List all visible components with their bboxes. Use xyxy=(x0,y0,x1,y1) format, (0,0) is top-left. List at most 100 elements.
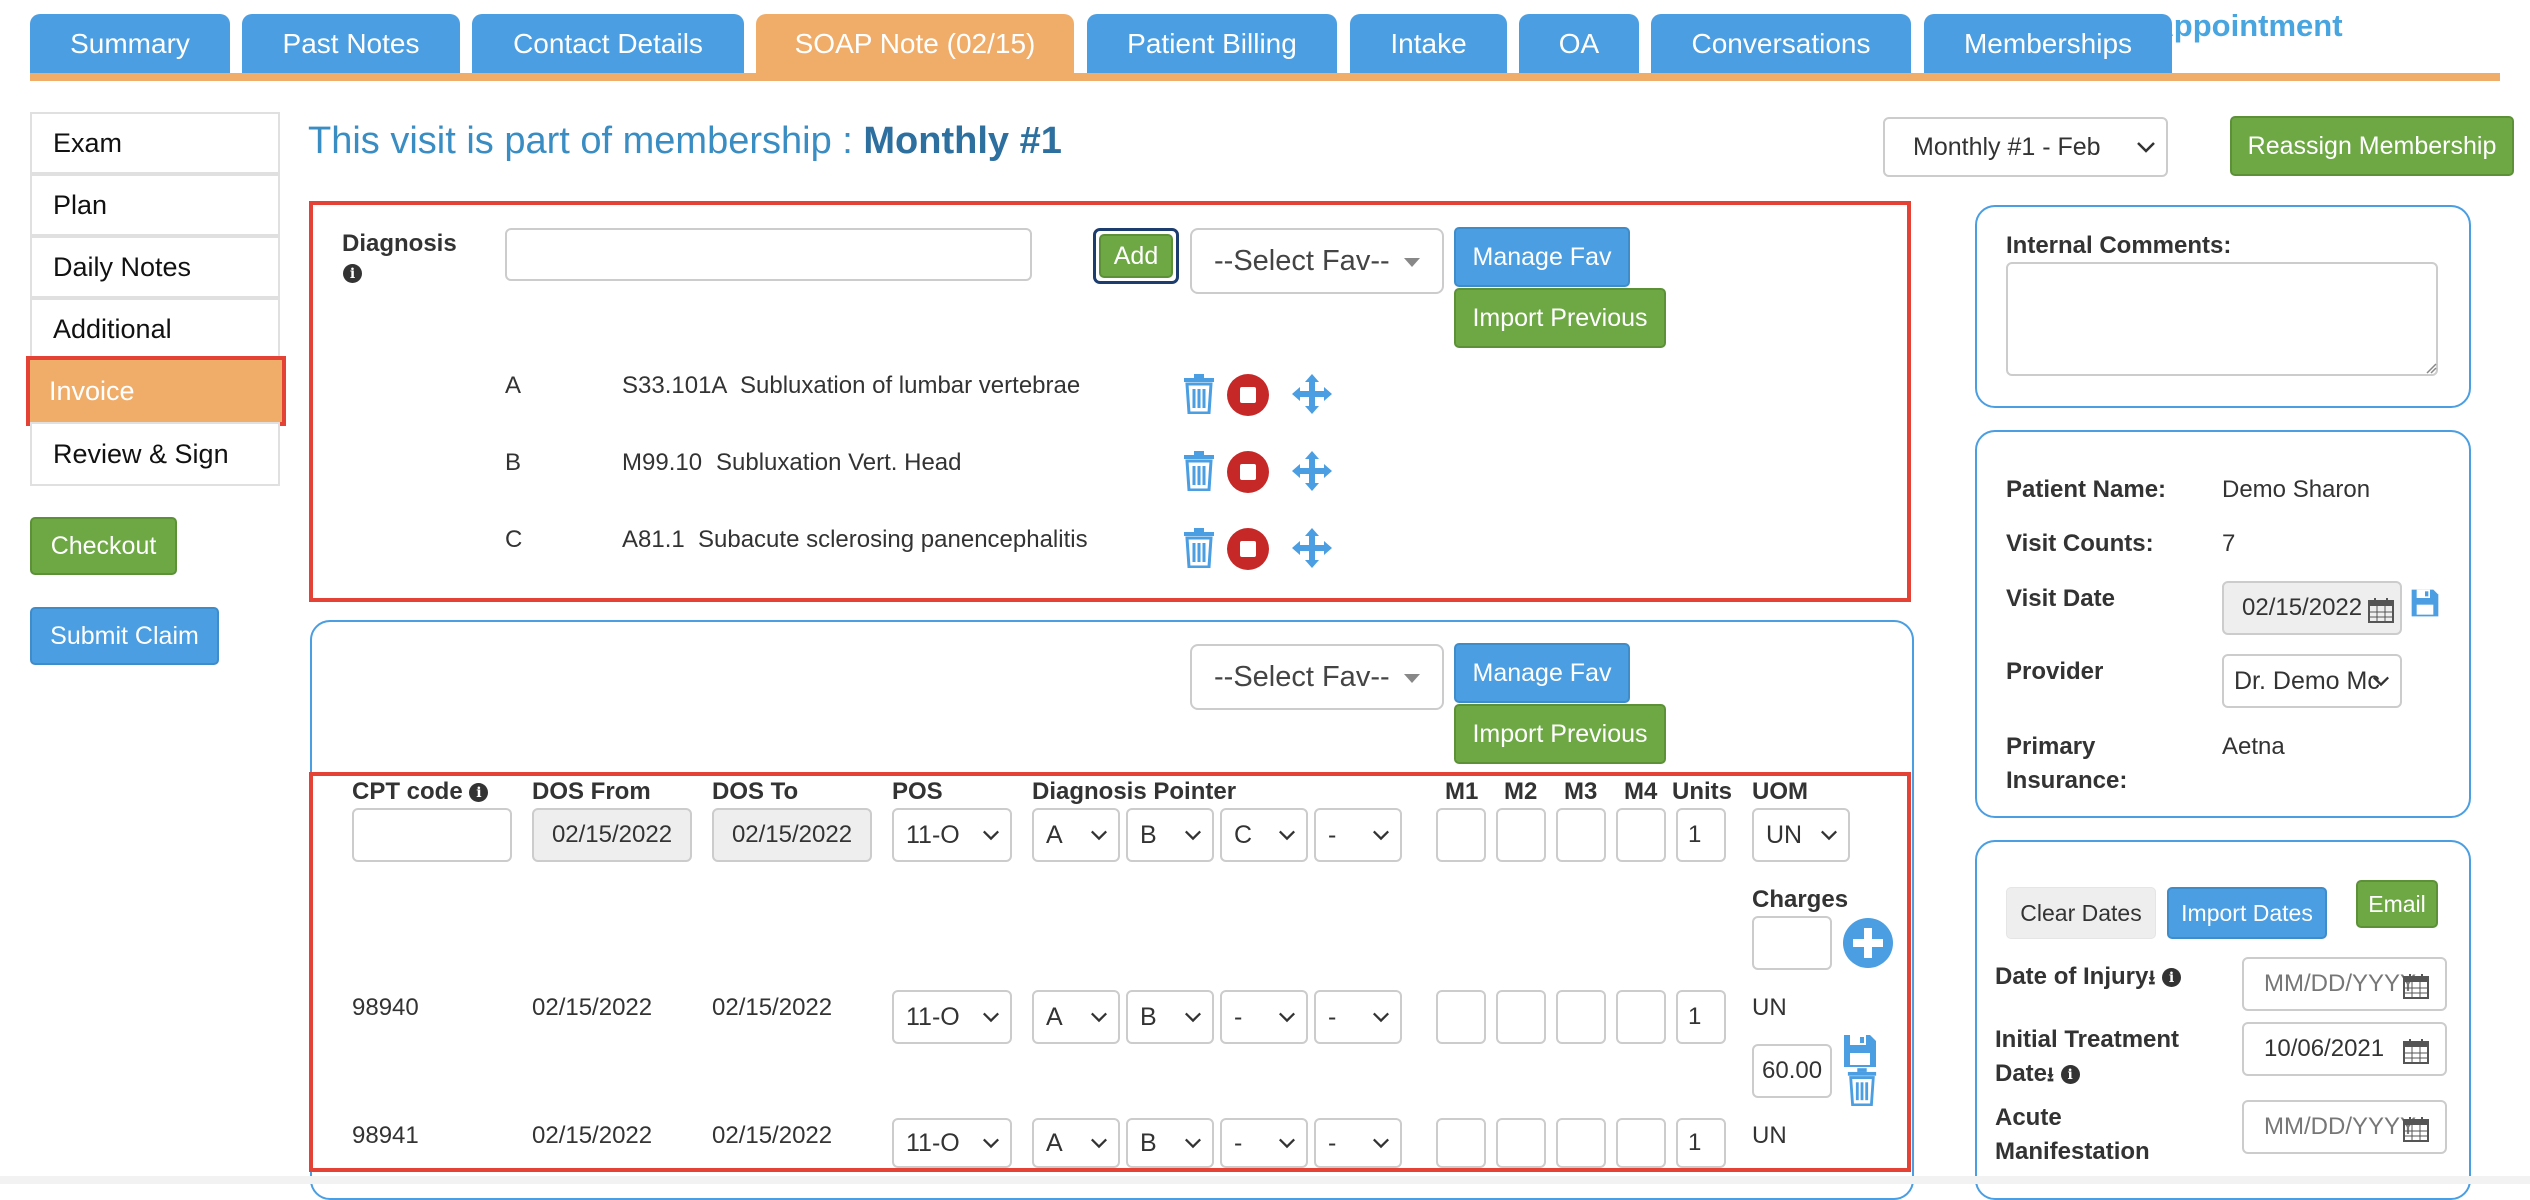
row-pointer-select[interactable]: - xyxy=(1314,1118,1402,1168)
trash-icon[interactable] xyxy=(1182,451,1216,491)
procedure-manage-fav-button[interactable]: Manage Fav xyxy=(1454,643,1630,703)
row-units-input[interactable]: 1 xyxy=(1676,990,1726,1044)
sidebar-item-plan[interactable]: Plan xyxy=(30,174,280,236)
procedure-import-previous-button[interactable]: Import Previous xyxy=(1454,704,1666,764)
save-icon[interactable] xyxy=(2410,588,2440,618)
email-button[interactable]: Email xyxy=(2356,880,2438,928)
row-pointer-select[interactable]: A xyxy=(1032,1118,1120,1168)
row-units-input[interactable]: 1 xyxy=(1676,1118,1726,1168)
info-icon[interactable]: i xyxy=(343,264,362,283)
row-modifier-m3-input[interactable] xyxy=(1556,990,1606,1044)
visit-date-input[interactable]: 02/15/2022 xyxy=(2222,581,2402,635)
row-pointer-select[interactable]: A xyxy=(1032,990,1120,1044)
pointer-select[interactable]: B xyxy=(1126,808,1214,862)
internal-comments-textarea[interactable] xyxy=(2006,262,2438,376)
tab-contact-details[interactable]: Contact Details xyxy=(472,14,744,74)
sidebar-item-exam[interactable]: Exam xyxy=(30,112,280,174)
info-icon[interactable]: i xyxy=(469,783,489,803)
move-icon[interactable] xyxy=(1291,527,1333,569)
tab-summary[interactable]: Summary xyxy=(30,14,230,74)
diagnosis-description: Subacute sclerosing panencephalitis xyxy=(698,526,1088,553)
units-input[interactable]: 1 xyxy=(1676,808,1726,862)
cpt-code-input[interactable] xyxy=(352,808,512,862)
modifier-m4-input[interactable] xyxy=(1616,808,1666,862)
stop-icon[interactable] xyxy=(1226,373,1270,417)
clear-date-icon[interactable]: ⭳ xyxy=(2148,967,2155,989)
row-pointer-select[interactable]: B xyxy=(1126,1118,1214,1168)
row-modifier-m3-input[interactable] xyxy=(1556,1118,1606,1168)
sidebar-item-review-sign[interactable]: Review & Sign xyxy=(30,422,280,486)
row-modifier-m2-input[interactable] xyxy=(1496,990,1546,1044)
info-icon[interactable]: i xyxy=(2060,1065,2080,1085)
row-modifier-m1-input[interactable] xyxy=(1436,1118,1486,1168)
import-previous-button[interactable]: Import Previous xyxy=(1454,288,1666,348)
dos-to-input[interactable]: 02/15/2022 xyxy=(712,808,872,862)
info-icon[interactable]: i xyxy=(2162,968,2182,988)
tab-past-notes[interactable]: Past Notes xyxy=(242,14,460,74)
modifier-m2-input[interactable] xyxy=(1496,808,1546,862)
row-pointer-select[interactable]: - xyxy=(1220,990,1308,1044)
date-of-injury-input[interactable]: MM/DD/YYYY xyxy=(2242,957,2447,1011)
initial-treatment-date-input[interactable]: 10/06/2021 xyxy=(2242,1022,2447,1076)
save-icon[interactable] xyxy=(1842,1033,1878,1069)
tab-memberships[interactable]: Memberships xyxy=(1924,14,2172,74)
add-circle-icon[interactable] xyxy=(1842,917,1894,969)
manage-fav-button[interactable]: Manage Fav xyxy=(1454,227,1630,287)
stop-icon[interactable] xyxy=(1226,450,1270,494)
tab-patient-billing[interactable]: Patient Billing xyxy=(1087,14,1337,74)
diagnosis-search-input[interactable] xyxy=(505,228,1032,281)
acute-manifestation-input[interactable]: MM/DD/YYYY xyxy=(2242,1100,2447,1154)
reassign-membership-button[interactable]: Reassign Membership xyxy=(2230,116,2514,176)
membership-period-select[interactable]: Monthly #1 - Feb xyxy=(1883,117,2168,177)
dos-from-input[interactable]: 02/15/2022 xyxy=(532,808,692,862)
trash-icon[interactable] xyxy=(1846,1068,1878,1106)
tab-conversations[interactable]: Conversations xyxy=(1651,14,1911,74)
charges-input[interactable] xyxy=(1752,916,1832,970)
pos-select[interactable]: 11-O xyxy=(892,808,1012,862)
trash-icon[interactable] xyxy=(1182,528,1216,568)
visit-counts-label: Visit Counts: xyxy=(2006,530,2154,557)
sidebar-item-additional[interactable]: Additional xyxy=(30,298,280,360)
calendar-icon[interactable] xyxy=(2403,1116,2429,1142)
sidebar-item-daily-notes[interactable]: Daily Notes xyxy=(30,236,280,298)
row-pointer-select[interactable]: B xyxy=(1126,990,1214,1044)
pointer-select[interactable]: - xyxy=(1314,808,1402,862)
add-diagnosis-button[interactable]: Add xyxy=(1099,234,1173,278)
calendar-icon[interactable] xyxy=(2368,597,2394,623)
submit-claim-button[interactable]: Submit Claim xyxy=(30,607,219,665)
row-pos-select[interactable]: 11-O xyxy=(892,1118,1012,1168)
clear-date-icon[interactable]: ⭳ xyxy=(2047,1064,2054,1086)
row-modifier-m1-input[interactable] xyxy=(1436,990,1486,1044)
calendar-icon[interactable] xyxy=(2403,1038,2429,1064)
calendar-icon[interactable] xyxy=(2403,973,2429,999)
diagnosis-fav-select[interactable]: --Select Fav-- xyxy=(1190,228,1444,294)
row-pointer-select[interactable]: - xyxy=(1220,1118,1308,1168)
diagnosis-description: Subluxation of lumbar vertebrae xyxy=(740,372,1081,399)
modifier-m1-input[interactable] xyxy=(1436,808,1486,862)
row-pos-select[interactable]: 11-O xyxy=(892,990,1012,1044)
procedure-fav-select[interactable]: --Select Fav-- xyxy=(1190,644,1444,710)
move-icon[interactable] xyxy=(1291,373,1333,415)
clear-dates-button[interactable]: Clear Dates xyxy=(2006,887,2156,939)
row-modifier-m4-input[interactable] xyxy=(1616,1118,1666,1168)
move-icon[interactable] xyxy=(1291,450,1333,492)
provider-select[interactable]: Dr. Demo Mc xyxy=(2222,654,2402,708)
pointer-select[interactable]: A xyxy=(1032,808,1120,862)
pointer-select[interactable]: C xyxy=(1220,808,1308,862)
tab-soap-note[interactable]: SOAP Note (02/15) xyxy=(756,14,1074,74)
stop-icon[interactable] xyxy=(1226,527,1270,571)
row-charge-input[interactable]: 60.00 xyxy=(1752,1044,1832,1098)
row-modifier-m4-input[interactable] xyxy=(1616,990,1666,1044)
horizontal-scrollbar[interactable] xyxy=(0,1176,2530,1184)
uom-select[interactable]: UN xyxy=(1752,808,1850,862)
import-dates-button[interactable]: Import Dates xyxy=(2167,887,2327,939)
row-modifier-m2-input[interactable] xyxy=(1496,1118,1546,1168)
tab-oa[interactable]: OA xyxy=(1519,14,1639,74)
row-pointer-select[interactable]: - xyxy=(1314,990,1402,1044)
resize-handle-icon[interactable] xyxy=(2425,362,2437,374)
modifier-m3-input[interactable] xyxy=(1556,808,1606,862)
checkout-button[interactable]: Checkout xyxy=(30,517,177,575)
trash-icon[interactable] xyxy=(1182,374,1216,414)
tab-intake[interactable]: Intake xyxy=(1350,14,1507,74)
sidebar-item-invoice[interactable]: Invoice xyxy=(26,356,286,426)
